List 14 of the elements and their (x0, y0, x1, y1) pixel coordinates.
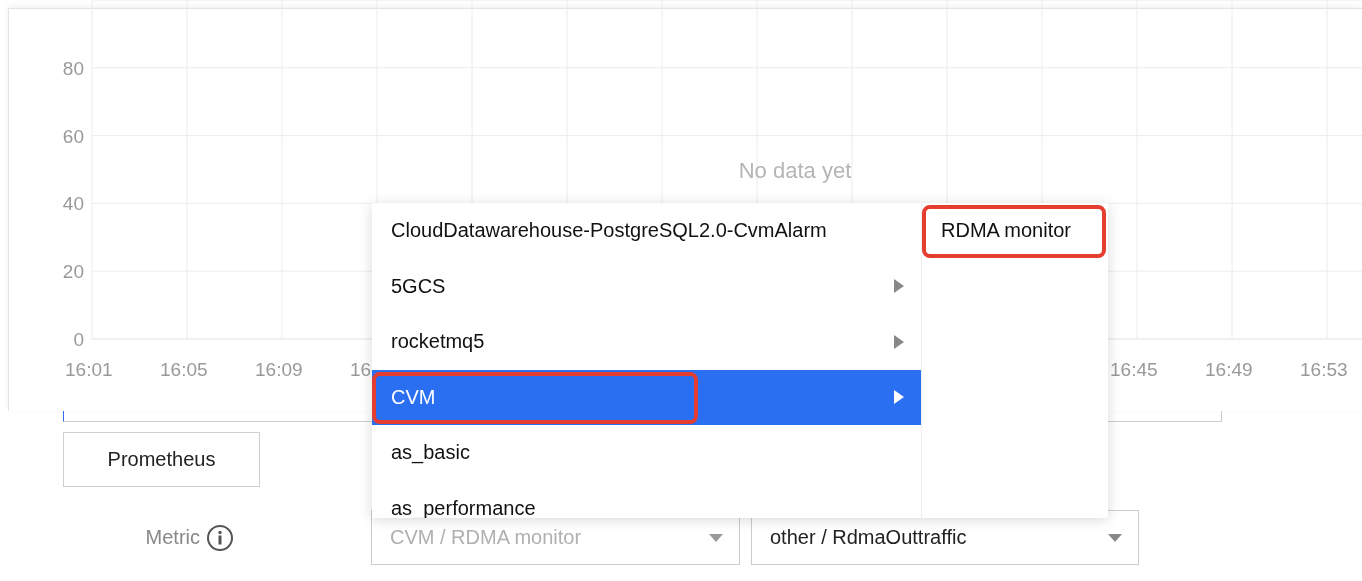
y-tick-label: 20 (62, 261, 84, 283)
x-tick-label: 16 (350, 359, 372, 380)
y-tick-label: 0 (73, 329, 84, 350)
x-tick-label: 16:49 (1205, 359, 1253, 380)
empty-message: No data yet (738, 158, 852, 183)
x-tick-label: 16:09 (255, 359, 303, 380)
x-tick-label: 16:53 (1300, 359, 1348, 380)
metric-label: Metric (145, 526, 200, 549)
x-tick-label: 16:45 (1110, 359, 1158, 380)
y-tick-label: 60 (62, 125, 84, 147)
y-tick-label: 80 (62, 57, 84, 79)
y-tick-label: 40 (62, 193, 84, 215)
x-tick-label: 16:01 (65, 359, 113, 380)
x-tick-label: 16:05 (160, 359, 208, 380)
